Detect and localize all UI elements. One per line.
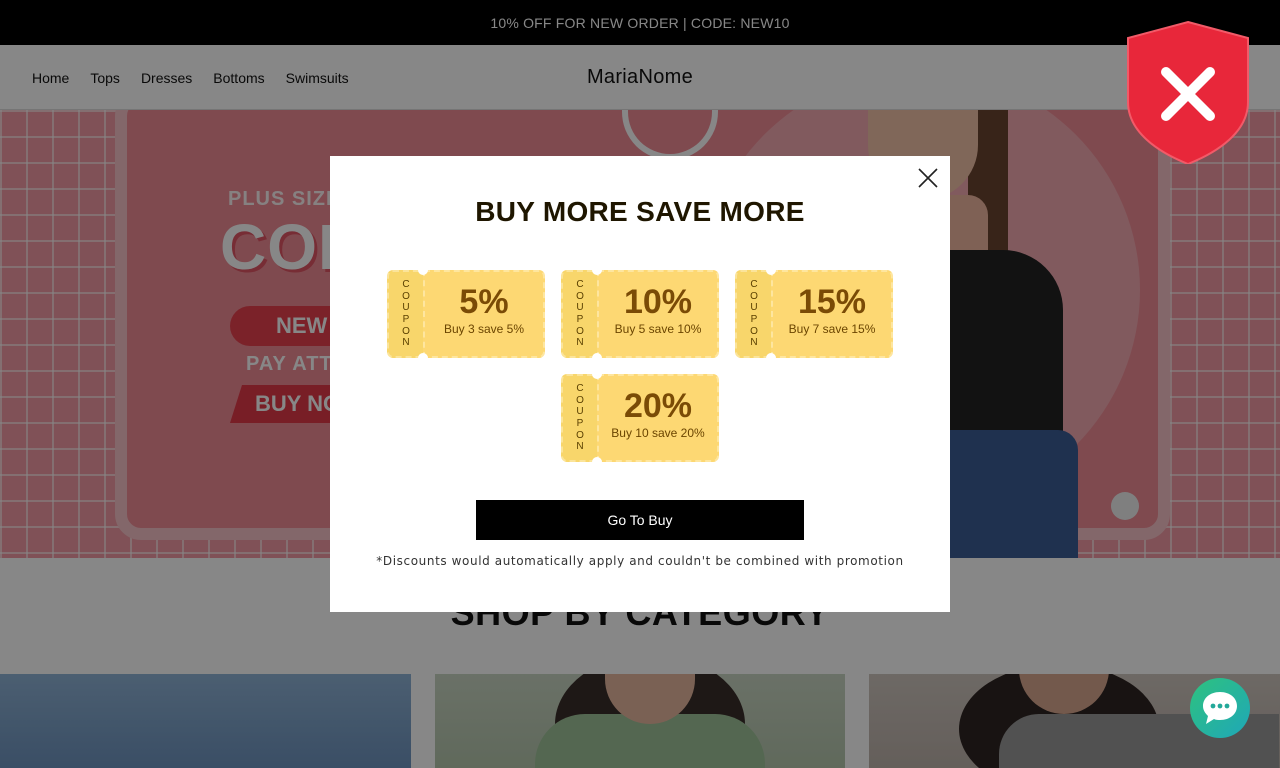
coupon-stub-label: COUPON [402,279,410,349]
coupon-notch [418,265,428,275]
coupon-body: 15% Buy 7 save 15% [771,270,893,358]
coupon-stub: COUPON [387,270,425,358]
coupon-percent: 15% [797,283,867,321]
coupon-notch [766,265,776,275]
coupon-desc: Buy 7 save 15% [788,322,876,336]
coupon-5[interactable]: COUPON 5% Buy 3 save 5% [387,265,545,363]
coupon-15[interactable]: COUPON 15% Buy 7 save 15% [735,265,893,363]
coupon-desc: Buy 3 save 5% [443,322,525,336]
coupon-stub-label: COUPON [750,279,758,349]
coupon-body: 5% Buy 3 save 5% [423,270,545,358]
coupon-20[interactable]: COUPON 20% Buy 10 save 20% [561,369,719,467]
coupon-notch [592,353,602,363]
coupon-10[interactable]: COUPON 10% Buy 5 save 10% [561,265,719,363]
coupon-notch [592,265,602,275]
coupon-percent: 5% [459,283,509,321]
coupon-percent: 20% [623,387,693,425]
shield-x-icon[interactable] [1126,20,1250,164]
coupon-stub: COUPON [561,374,599,462]
coupon-stub-label: COUPON [576,383,584,453]
close-icon[interactable] [916,166,940,190]
modal-title: BUY MORE SAVE MORE [475,196,805,227]
coupon-notch [592,369,602,379]
coupon-notch [592,457,602,467]
coupon-notch [766,353,776,363]
coupon-desc: Buy 5 save 10% [614,322,702,336]
coupon-percent: 10% [623,283,693,321]
coupon-body: 10% Buy 5 save 10% [597,270,719,358]
discount-note: *Discounts would automatically apply and… [376,554,904,568]
coupon-body: 20% Buy 10 save 20% [597,374,719,462]
coupon-stub: COUPON [561,270,599,358]
coupon-stub-label: COUPON [576,279,584,349]
chat-bubble-icon [1203,692,1237,724]
coupon-notch [418,353,428,363]
go-to-buy-button[interactable]: Go To Buy [476,500,804,540]
coupon-stub: COUPON [735,270,773,358]
promo-modal: BUY MORE SAVE MORE COUPON 5% Buy 3 save … [330,156,950,612]
chat-button[interactable] [1190,678,1250,738]
coupon-desc: Buy 10 save 20% [611,426,705,440]
